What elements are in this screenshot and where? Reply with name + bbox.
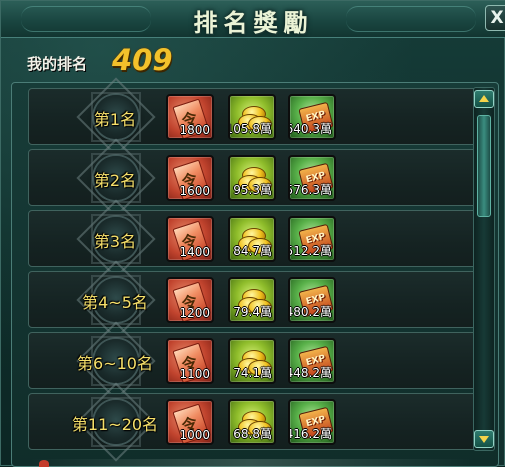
gold-coins-icon[interactable]: 68.8萬: [228, 399, 276, 445]
rank-badge: 第11~20名: [55, 400, 175, 444]
rank-label: 第2名: [93, 171, 137, 190]
gold-coins-icon[interactable]: 95.3萬: [228, 155, 276, 201]
close-button[interactable]: X: [485, 5, 505, 31]
window-title: 排名獎勵: [193, 8, 314, 37]
item-quantity: 1400: [179, 245, 210, 259]
item-quantity: 84.7萬: [233, 244, 272, 258]
scrollbar[interactable]: [473, 87, 495, 451]
item-quantity: 68.8萬: [233, 427, 272, 441]
command-token-icon[interactable]: 1100: [166, 338, 214, 384]
arrow-down-icon: [479, 436, 489, 443]
exp-scroll-icon[interactable]: EXP 448.2萬: [288, 338, 336, 384]
gold-coins-icon[interactable]: 84.7萬: [228, 216, 276, 262]
item-quantity: 416.2萬: [288, 427, 332, 441]
reward-row: 第1名 1800 105.8萬 EXP 640.3萬: [28, 88, 478, 145]
arrow-up-icon: [479, 95, 489, 102]
item-quantity: 512.2萬: [288, 244, 332, 258]
gold-coins-icon[interactable]: 74.1萬: [228, 338, 276, 384]
rank-label: 第3名: [93, 232, 137, 251]
item-quantity: 74.1萬: [233, 366, 272, 380]
reward-row: 第3名 1400 84.7萬 EXP 512.2萬: [28, 210, 478, 267]
rank-label: 第1名: [93, 110, 137, 129]
item-quantity: 576.3萬: [288, 183, 332, 197]
rank-badge: 第2名: [55, 156, 175, 200]
rank-badge: 第1名: [55, 95, 175, 139]
item-quantity: 1000: [179, 428, 210, 442]
gold-coins-icon[interactable]: 105.8萬: [228, 94, 276, 140]
reward-row: 第2名 1600 95.3萬 EXP 576.3萬: [28, 149, 478, 206]
rank-label: 第6~10名: [77, 354, 153, 373]
reward-row: 第4~5名 1200 79.4萬 EXP 480.2萬: [28, 271, 478, 328]
scroll-down-button[interactable]: [474, 430, 494, 448]
item-quantity: 448.2萬: [288, 366, 332, 380]
exp-scroll-icon[interactable]: EXP 640.3萬: [288, 94, 336, 140]
command-token-icon[interactable]: 1600: [166, 155, 214, 201]
item-quantity: 1600: [179, 184, 210, 198]
rank-badge: 第3名: [55, 217, 175, 261]
reward-list-panel: 第1名 1800 105.8萬 EXP 640.3萬 第2名: [11, 82, 499, 467]
exp-scroll-icon[interactable]: EXP 416.2萬: [288, 399, 336, 445]
item-quantity: 1200: [179, 306, 210, 320]
item-quantity: 480.2萬: [288, 305, 332, 319]
rank-label: 第4~5名: [82, 293, 148, 312]
my-rank-value: 409: [112, 43, 173, 77]
command-token-icon[interactable]: 1200: [166, 277, 214, 323]
item-quantity: 79.4萬: [233, 305, 272, 319]
reward-row: 第11~20名 1000 68.8萬 EXP 416.2萬: [28, 393, 478, 450]
rank-badge: 第4~5名: [55, 278, 175, 322]
item-quantity: 95.3萬: [233, 183, 272, 197]
command-token-icon[interactable]: 1000: [166, 399, 214, 445]
rank-badge: 第6~10名: [55, 339, 175, 383]
command-token-icon[interactable]: 1800: [166, 94, 214, 140]
rank-label: 第11~20名: [71, 415, 159, 434]
scroll-up-button[interactable]: [474, 90, 494, 108]
my-rank-label: 我的排名: [27, 55, 88, 73]
exp-scroll-icon[interactable]: EXP 576.3萬: [288, 155, 336, 201]
title-bar[interactable]: 排名獎勵 X: [1, 1, 505, 38]
exp-scroll-icon[interactable]: EXP 512.2萬: [288, 216, 336, 262]
exp-scroll-icon[interactable]: EXP 480.2萬: [288, 277, 336, 323]
item-quantity: 1800: [179, 123, 210, 137]
item-quantity: 1100: [179, 367, 210, 381]
scroll-thumb[interactable]: [477, 115, 491, 217]
reward-row: 第6~10名 1100 74.1萬 EXP 448.2萬: [28, 332, 478, 389]
ranking-reward-window: 排名獎勵 X 我的排名 409 第1名 1800 105.8萬 EXP: [0, 0, 505, 467]
item-quantity: 105.8萬: [228, 122, 272, 136]
item-quantity: 640.3萬: [288, 122, 332, 136]
gold-coins-icon[interactable]: 79.4萬: [228, 277, 276, 323]
command-token-icon[interactable]: 1400: [166, 216, 214, 262]
